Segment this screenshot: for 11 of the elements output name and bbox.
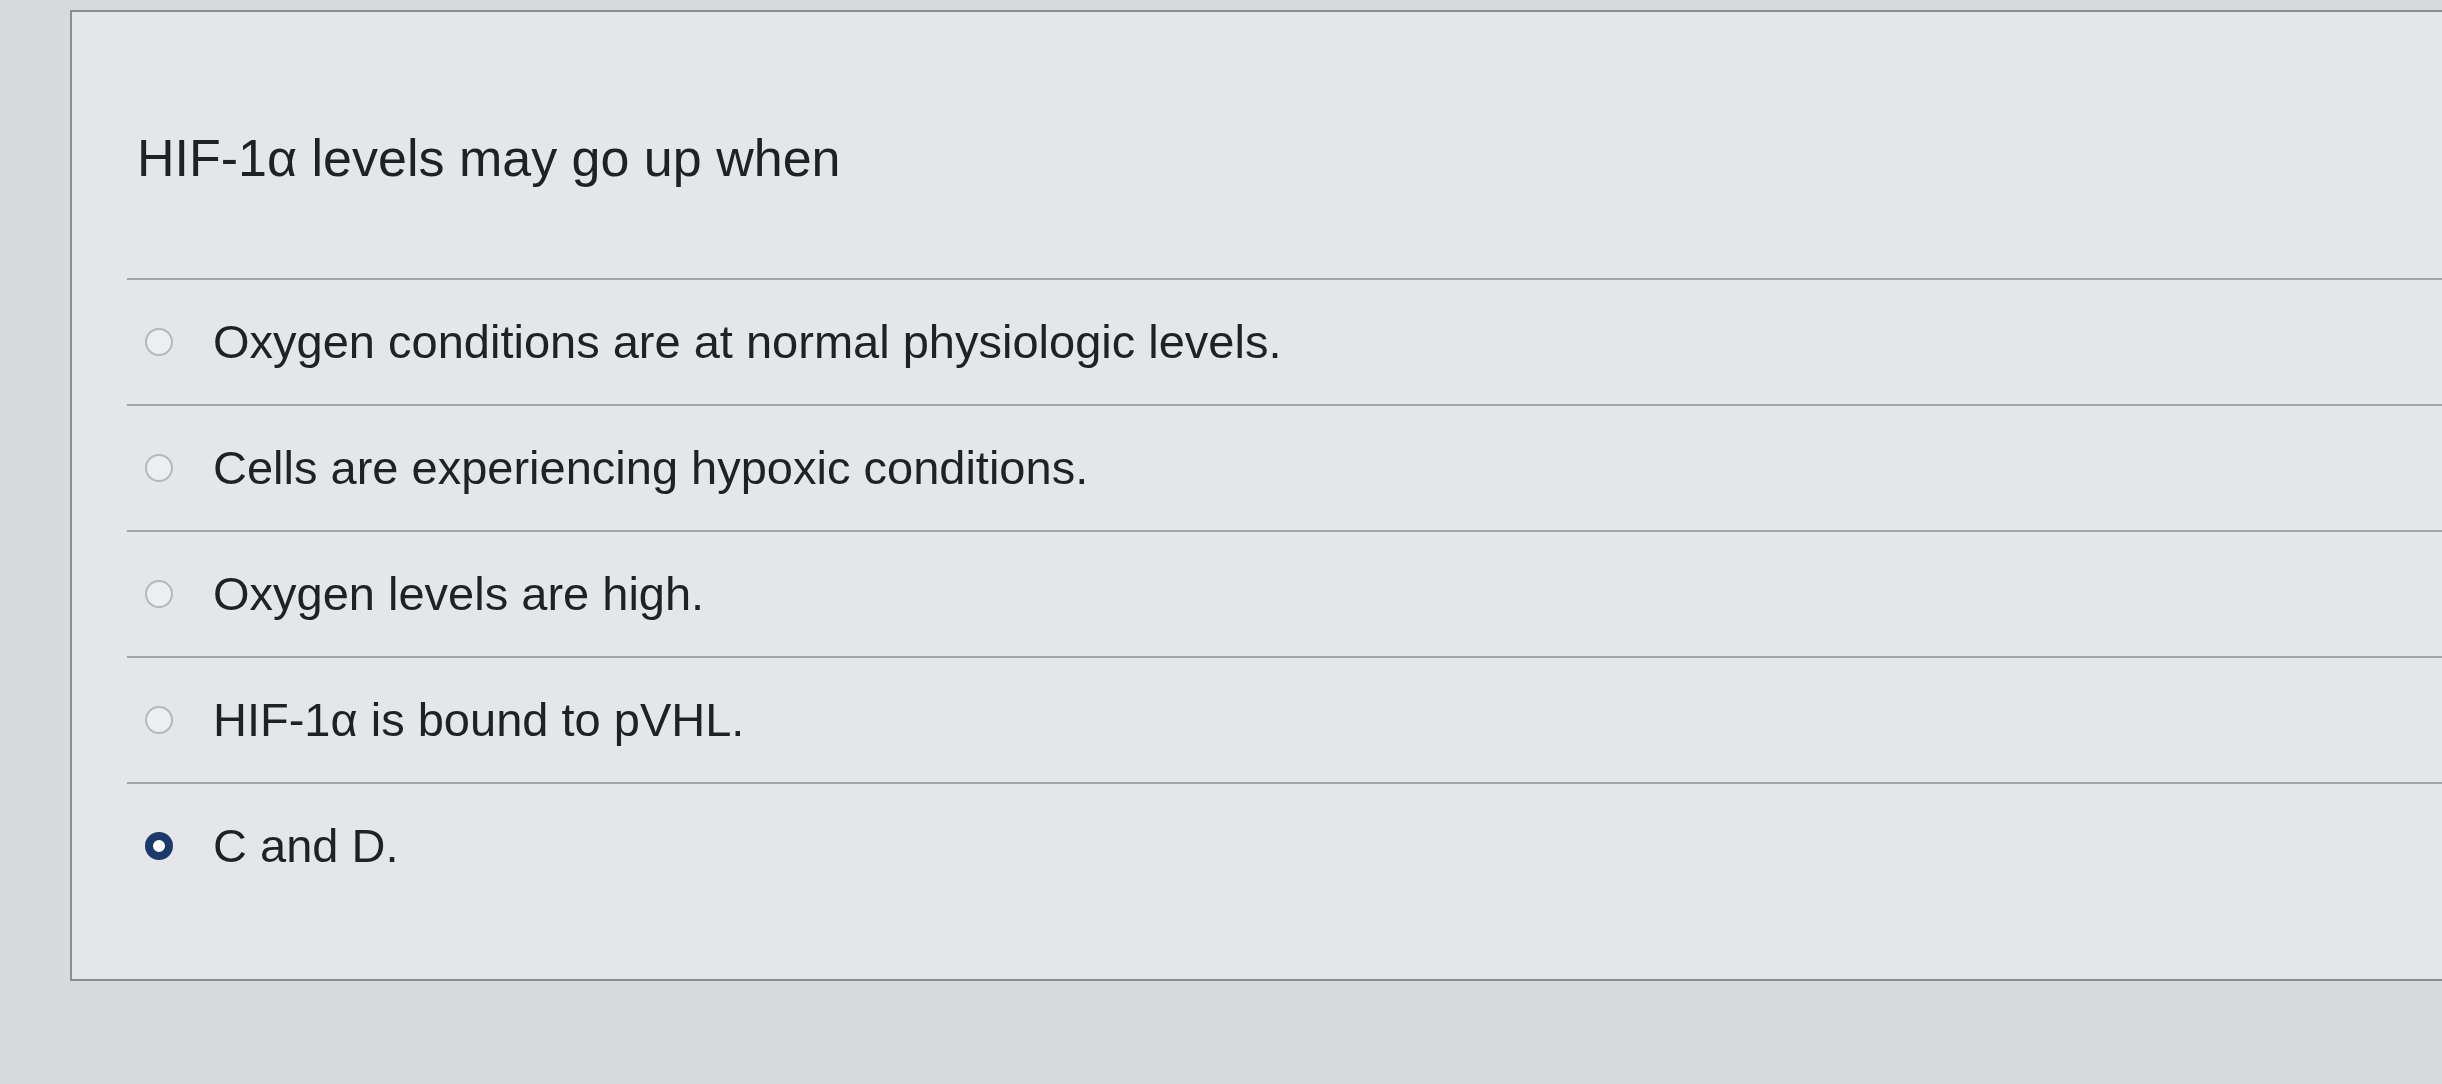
option-label[interactable]: Oxygen conditions are at normal physiologic levels. (213, 315, 1282, 369)
option-label[interactable]: C and D. (213, 819, 399, 873)
radio-button[interactable] (145, 832, 173, 860)
radio-button[interactable] (145, 328, 173, 356)
option-label[interactable]: Oxygen levels are high. (213, 567, 705, 621)
option-label[interactable]: Cells are experiencing hypoxic conditions. (213, 441, 1089, 495)
radio-button[interactable] (145, 580, 173, 608)
question-text: HIF-1α levels may go up when (137, 130, 841, 186)
option-label[interactable]: HIF-1α is bound to pVHL. (213, 693, 745, 747)
radio-button[interactable] (145, 454, 173, 482)
radio-button[interactable] (145, 706, 173, 734)
